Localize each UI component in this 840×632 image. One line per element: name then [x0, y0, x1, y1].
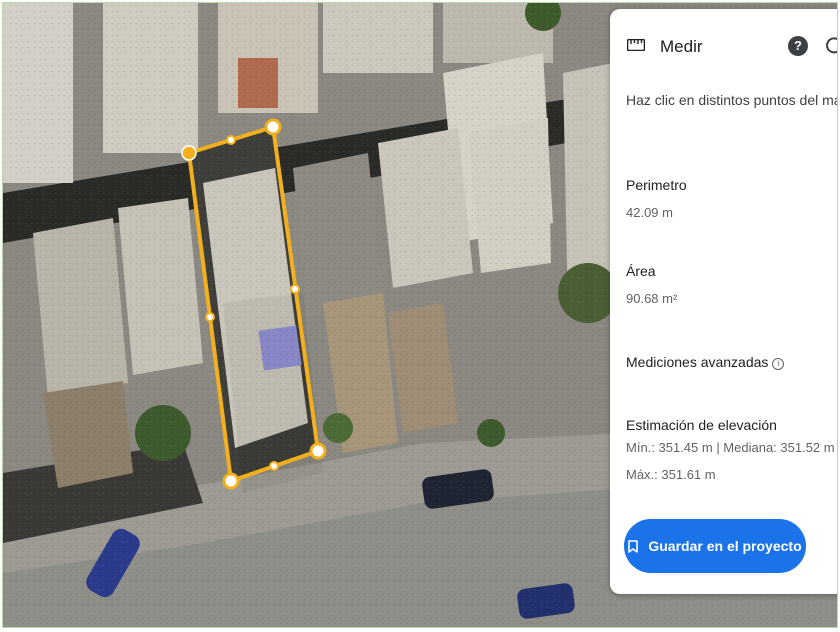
- help-icon[interactable]: ?: [788, 36, 808, 56]
- ruler-icon: [627, 39, 645, 51]
- area-label: Área: [626, 263, 656, 279]
- perimeter-value: 42.09 m: [626, 205, 673, 220]
- measure-vertex[interactable]: [222, 472, 240, 490]
- elevation-line-2: Máx.: 351.61 m: [626, 467, 716, 482]
- map-frame: Medir ? Haz clic en distintos puntos del…: [2, 2, 838, 628]
- elevation-line-1: Mín.: 351.45 m | Mediana: 351.52 m |: [626, 440, 838, 455]
- save-button-label: Guardar en el proyecto: [648, 538, 802, 554]
- measure-vertex[interactable]: [264, 118, 282, 136]
- advanced-label: Mediciones avanzadas: [626, 354, 769, 370]
- measure-midpoint-handle[interactable]: [226, 135, 236, 145]
- measure-midpoint-handle[interactable]: [269, 461, 279, 471]
- refresh-icon[interactable]: [824, 35, 838, 55]
- info-icon[interactable]: i: [772, 358, 785, 370]
- elevation-values: Mín.: 351.45 m | Mediana: 351.52 m | Máx…: [626, 434, 838, 488]
- area-value: 90.68 m²: [626, 291, 678, 306]
- measure-midpoint-handle[interactable]: [205, 312, 215, 322]
- advanced-measurements[interactable]: Mediciones avanzadas i: [626, 354, 785, 370]
- perimeter-label: Perimetro: [626, 177, 687, 193]
- panel-header: Medir ?: [610, 9, 838, 79]
- measure-vertex[interactable]: [181, 145, 197, 161]
- elevation-label: Estimación de elevación: [626, 417, 777, 433]
- measure-vertex[interactable]: [309, 442, 327, 460]
- save-to-project-button[interactable]: Guardar en el proyecto: [624, 519, 806, 573]
- measure-midpoint-handle[interactable]: [290, 284, 300, 294]
- measure-panel: Medir ? Haz clic en distintos puntos del…: [610, 9, 838, 594]
- bookmark-icon: [628, 539, 639, 553]
- instruction-text: Haz clic en distintos puntos del mapa p …: [626, 92, 837, 108]
- measured-area-polygon[interactable]: [187, 125, 320, 483]
- panel-title: Medir: [660, 37, 703, 56]
